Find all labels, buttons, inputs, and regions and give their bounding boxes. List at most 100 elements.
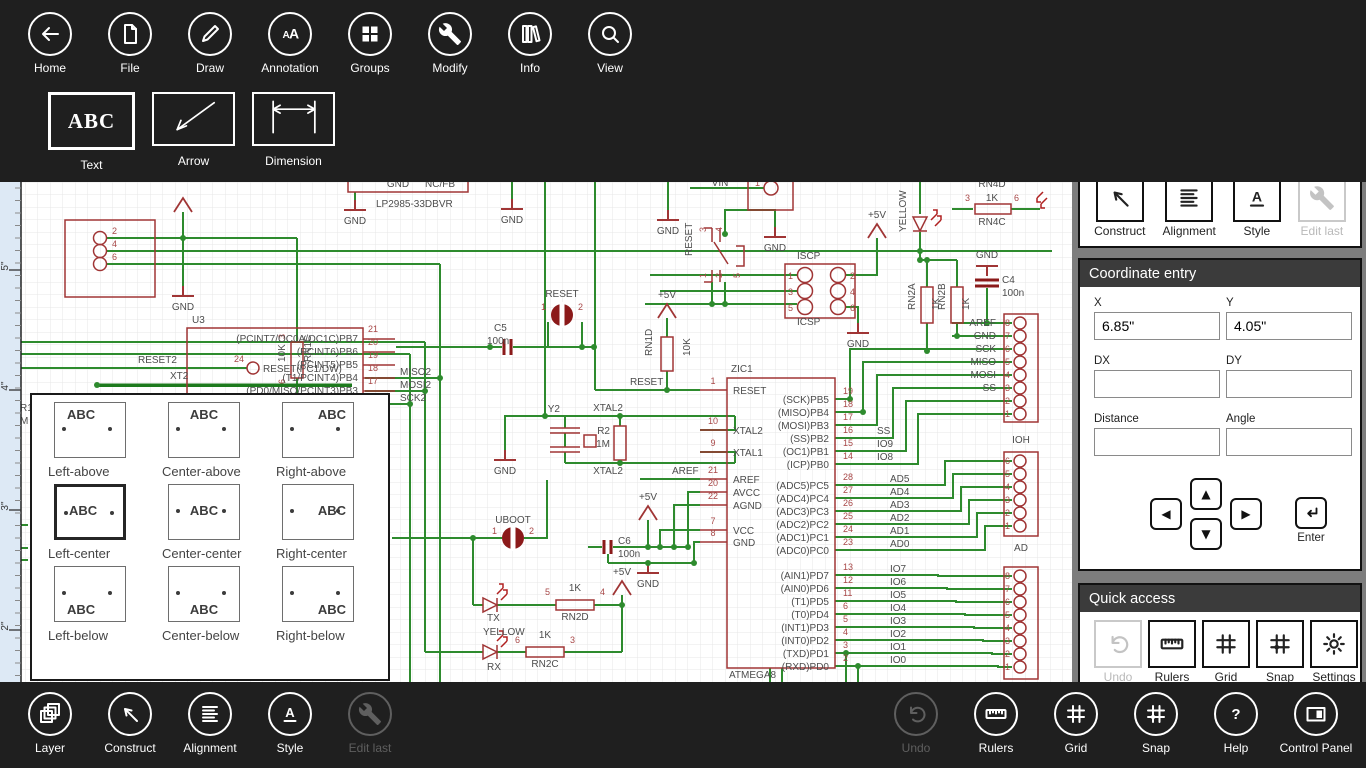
nudge-down-button[interactable]: ▼ <box>1190 518 1222 550</box>
svg-text:C6: C6 <box>618 536 631 547</box>
tile-sample-text: ABC <box>190 503 218 518</box>
bottom-toolbar: Layer Construct AlignmentA Style Edit la… <box>0 682 1366 768</box>
groups-button[interactable]: Groups <box>330 12 410 75</box>
alignment-option-left-above: ABC Left-above <box>46 402 160 479</box>
svg-text:RN2A: RN2A <box>907 283 918 310</box>
alignment-tile-left-center[interactable]: ABC <box>54 484 126 540</box>
alignment-tile-right-center[interactable]: ABC <box>282 484 354 540</box>
y-input[interactable] <box>1226 312 1352 340</box>
distance-input[interactable] <box>1094 428 1220 456</box>
svg-text:(RXD)PD0: (RXD)PD0 <box>782 662 830 673</box>
svg-text:1: 1 <box>698 273 708 278</box>
justify-icon <box>1176 185 1202 211</box>
distance-field-label: Distance <box>1094 413 1220 425</box>
grid-panel-button[interactable]: Grid <box>1202 620 1250 684</box>
alignment-option-right-center: ABC Right-center <box>274 484 388 561</box>
alignment-tile-right-above[interactable]: ABC <box>282 402 354 458</box>
svg-text:(ADC5)PC5: (ADC5)PC5 <box>776 481 829 492</box>
home-button[interactable]: Home <box>10 12 90 75</box>
anchor-dot <box>222 509 226 513</box>
arrow-tool-button[interactable]: Arrow <box>152 92 235 172</box>
svg-text:IO0: IO0 <box>890 655 907 666</box>
angle-input[interactable] <box>1226 428 1352 456</box>
grid-button[interactable]: Grid <box>1036 692 1116 755</box>
construct-panel-label: Construct <box>1094 224 1145 238</box>
help-button[interactable]: ? Help <box>1196 692 1276 755</box>
svg-text:TX: TX <box>487 613 500 624</box>
nudge-left-button[interactable]: ◀ <box>1150 498 1182 530</box>
svg-text:3: 3 <box>843 640 848 650</box>
modify-circle <box>428 12 472 56</box>
rulers-button[interactable]: Rulers <box>956 692 1036 755</box>
control-panel-button[interactable]: Control Panel <box>1276 692 1356 755</box>
settings-panel-button[interactable]: Settings <box>1310 620 1358 684</box>
svg-text:+5V: +5V <box>639 492 657 503</box>
layer-button[interactable]: Layer <box>10 692 90 755</box>
anchor-dot <box>290 509 294 513</box>
svg-text:AVCC: AVCC <box>733 488 760 499</box>
svg-text:6: 6 <box>1005 344 1010 354</box>
anchor-dot <box>176 591 180 595</box>
style-button[interactable]: A Style <box>250 692 330 755</box>
undo-button: Undo <box>876 692 956 755</box>
alignment-tile-left-below[interactable]: ABC <box>54 566 126 622</box>
anchor-dot <box>64 511 68 515</box>
style-panel-button[interactable]: A Style <box>1233 174 1281 246</box>
svg-text:2: 2 <box>529 526 534 536</box>
alignment-panel-button[interactable]: Alignment <box>1162 174 1215 246</box>
nudge-right-button[interactable]: ▶ <box>1230 498 1262 530</box>
control-panel-circle <box>1294 692 1338 736</box>
enter-button[interactable] <box>1295 497 1327 529</box>
style-panel-label: Style <box>1244 224 1271 238</box>
svg-text:GND: GND <box>847 339 869 350</box>
svg-text:RN1D: RN1D <box>644 329 655 356</box>
svg-text:6: 6 <box>112 252 117 262</box>
svg-text:4: 4 <box>714 227 724 232</box>
svg-text:IO8: IO8 <box>877 452 894 463</box>
dy-input[interactable] <box>1226 370 1352 398</box>
alignment-tile-center-above[interactable]: ABC <box>168 402 240 458</box>
view-button[interactable]: View <box>570 12 650 75</box>
ruler-icon <box>984 702 1008 726</box>
file-button[interactable]: File <box>90 12 170 75</box>
dx-input[interactable] <box>1094 370 1220 398</box>
grid-icon <box>1213 631 1239 657</box>
info-label: Info <box>520 61 540 75</box>
svg-text:(INT1)PD3: (INT1)PD3 <box>781 623 829 634</box>
angle-field-label: Angle <box>1226 413 1352 425</box>
nudge-up-button[interactable]: ▲ <box>1190 478 1222 510</box>
alignment-tile-center-below[interactable]: ABC <box>168 566 240 622</box>
svg-text:RESET2: RESET2 <box>138 355 177 366</box>
undo-icon <box>1105 631 1131 657</box>
snap-button[interactable]: Snap <box>1116 692 1196 755</box>
svg-text:1K: 1K <box>986 193 999 204</box>
svg-text:(SCK)PB5: (SCK)PB5 <box>783 395 830 406</box>
file-label: File <box>120 61 139 75</box>
annotation-button[interactable]: AA Annotation <box>250 12 330 75</box>
dimension-tool-button[interactable]: Dimension <box>252 92 335 172</box>
alignment-tile-center-center[interactable]: ABC <box>168 484 240 540</box>
svg-text:100n: 100n <box>1002 288 1024 299</box>
dimension-tool-box <box>252 92 335 146</box>
coordinate-entry-panel: Coordinate entry X Y DX DY Distance Angl… <box>1078 258 1362 571</box>
info-button[interactable]: Info <box>490 12 570 75</box>
svg-text:3: 3 <box>788 287 793 297</box>
text-tool-button[interactable]: ABC Text <box>48 92 135 172</box>
construct-panel-button[interactable]: Construct <box>1094 174 1145 246</box>
svg-text:1: 1 <box>1005 521 1010 531</box>
undo-icon <box>904 702 928 726</box>
x-input[interactable] <box>1094 312 1220 340</box>
layers-icon <box>38 702 62 726</box>
alignment-tile-left-above[interactable]: ABC <box>54 402 126 458</box>
alignment-tile-right-below[interactable]: ABC <box>282 566 354 622</box>
alignment-button[interactable]: Alignment <box>170 692 250 755</box>
snap-panel-button[interactable]: Snap <box>1256 620 1304 684</box>
svg-text:XTAL2: XTAL2 <box>593 466 623 477</box>
home-circle <box>28 12 72 56</box>
draw-button[interactable]: Draw <box>170 12 250 75</box>
rulers-panel-button[interactable]: Rulers <box>1148 620 1196 684</box>
svg-text:SS: SS <box>877 426 891 437</box>
construct-button[interactable]: Construct <box>90 692 170 755</box>
modify-button[interactable]: Modify <box>410 12 490 75</box>
dimension-tool-label: Dimension <box>265 154 322 168</box>
